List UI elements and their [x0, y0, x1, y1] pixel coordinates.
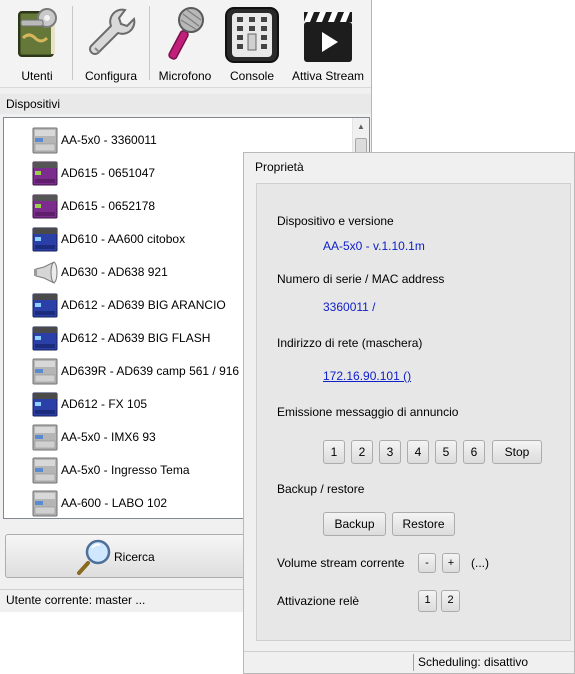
scroll-up-arrow-icon[interactable]: ▲ — [353, 118, 369, 135]
device-blue-icon — [32, 227, 58, 252]
configura-button[interactable]: Configura — [78, 2, 144, 86]
restore-button[interactable]: Restore — [392, 512, 455, 536]
device-blue-icon — [32, 326, 58, 351]
device-purple-icon — [32, 161, 58, 186]
volume-plus-button[interactable]: + — [442, 553, 460, 573]
attiva-stream-label: Attiva Stream — [291, 69, 365, 83]
network-address-link[interactable]: 172.16.90.101 () — [323, 369, 411, 383]
device-blue-icon — [32, 392, 58, 417]
console-button[interactable]: Console — [222, 2, 282, 86]
properties-status-bar: Scheduling: disattivo — [244, 651, 574, 673]
properties-title: Proprietà — [255, 160, 304, 174]
device-label: AD610 - AA600 citobox — [61, 232, 186, 246]
device-label: AA-5x0 - IMX6 93 — [61, 430, 156, 444]
device-purple-icon — [32, 194, 58, 219]
relay-activation-label: Attivazione relè — [277, 594, 360, 608]
announce-button-1[interactable]: 1 — [323, 440, 345, 464]
relay-button-2[interactable]: 2 — [441, 590, 460, 612]
device-label: AA-5x0 - Ingresso Tema — [61, 463, 190, 477]
backup-button[interactable]: Backup — [323, 512, 386, 536]
serial-mac-label: Numero di serie / MAC address — [277, 272, 445, 286]
announce-button-3[interactable]: 3 — [379, 440, 401, 464]
device-label: AA-5x0 - 3360011 — [61, 133, 157, 147]
device-version-label: Dispositivo e versione — [277, 214, 394, 228]
announce-message-label: Emissione messaggio di annuncio — [277, 405, 459, 419]
announce-button-6[interactable]: 6 — [463, 440, 485, 464]
microphone-icon — [168, 7, 204, 60]
device-grey-icon — [32, 490, 58, 517]
serial-mac-value: 3360011 / — [323, 300, 376, 314]
ricerca-button[interactable]: Ricerca — [5, 534, 267, 578]
announce-button-2[interactable]: 2 — [351, 440, 373, 464]
toolbar: Utenti Configura Microfono Console Attiv… — [0, 0, 371, 88]
device-label: AD630 - AD638 921 — [61, 265, 168, 279]
microfono-label: Microfono — [158, 69, 212, 83]
microfono-button[interactable]: Microfono — [152, 2, 218, 86]
properties-panel: Proprietà Dispositivo e versione AA-5x0 … — [243, 152, 575, 674]
device-label: AD615 - 0651047 — [61, 166, 156, 180]
announce-button-4[interactable]: 4 — [407, 440, 429, 464]
device-label: AD612 - FX 105 — [61, 397, 148, 411]
scheduling-status: Scheduling: disattivo — [413, 654, 571, 671]
toolbar-separator — [149, 6, 150, 80]
magnifier-icon — [77, 539, 111, 575]
console-keypad-icon — [225, 7, 279, 63]
relay-button-1[interactable]: 1 — [418, 590, 437, 612]
device-grey-icon — [32, 127, 58, 154]
device-grey-icon — [32, 457, 58, 484]
announce-button-5[interactable]: 5 — [435, 440, 457, 464]
volume-stream-label: Volume stream corrente — [277, 556, 405, 570]
network-address-label: Indirizzo di rete (maschera) — [277, 336, 423, 350]
clapperboard-play-icon — [304, 12, 352, 62]
wrench-icon — [89, 8, 136, 55]
device-label: AD612 - AD639 BIG ARANCIO — [61, 298, 226, 312]
device-label: AA-600 - LABO 102 — [61, 496, 168, 510]
device-version-value: AA-5x0 - v.1.10.1m — [323, 239, 425, 253]
properties-content: Dispositivo e versione AA-5x0 - v.1.10.1… — [256, 183, 571, 641]
volume-value: (...) — [471, 556, 489, 570]
backup-restore-label: Backup / restore — [277, 482, 365, 496]
device-label: AD612 - AD639 BIG FLASH — [61, 331, 211, 345]
console-label: Console — [229, 69, 275, 83]
device-grey-icon — [32, 424, 58, 451]
horn-speaker-icon — [34, 261, 58, 284]
toolbar-separator — [72, 6, 73, 80]
stop-button[interactable]: Stop — [492, 440, 542, 464]
utenti-button[interactable]: Utenti — [6, 2, 68, 86]
configura-label: Configura — [84, 69, 138, 83]
device-label: AD615 - 0652178 — [61, 199, 156, 213]
device-blue-icon — [32, 293, 58, 318]
users-book-keys-icon — [18, 8, 57, 57]
utenti-label: Utenti — [21, 69, 53, 83]
device-grey-icon — [32, 358, 58, 385]
attiva-stream-button[interactable]: Attiva Stream — [288, 2, 368, 86]
device-label: AD639R - AD639 camp 561 / 916 — [61, 364, 240, 378]
ricerca-label: Ricerca — [114, 550, 155, 564]
devices-header: Dispositivi — [0, 94, 371, 114]
volume-minus-button[interactable]: - — [418, 553, 436, 573]
